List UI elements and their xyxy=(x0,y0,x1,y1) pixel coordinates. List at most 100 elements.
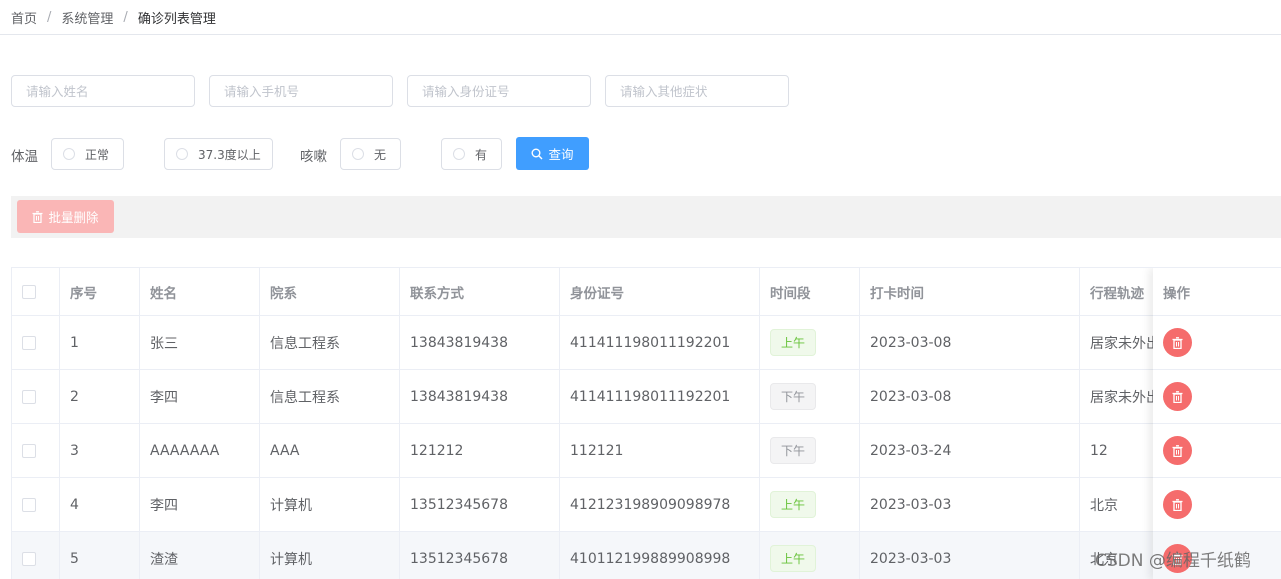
trash-icon xyxy=(1172,498,1183,511)
row-checkbox[interactable] xyxy=(22,551,36,566)
cell-name: 渣渣 xyxy=(140,532,260,579)
cell-idcard: 412123198909098978 xyxy=(560,478,760,531)
radio-label: 正常 xyxy=(85,147,110,162)
row-checkbox-cell xyxy=(12,316,60,369)
period-tag: 上午 xyxy=(770,491,817,518)
trash-icon xyxy=(1172,444,1183,457)
delete-row-button[interactable] xyxy=(1163,382,1192,411)
radio-label: 无 xyxy=(374,147,387,162)
cell-index-text: 4 xyxy=(70,496,79,513)
table-row: 2 李四 信息工程系 13843819438 411411198011192201 下午 2… xyxy=(12,370,1281,424)
trash-icon xyxy=(1172,336,1183,349)
cell-period: 上午 xyxy=(760,316,860,369)
header-period: 时间段 xyxy=(760,268,860,315)
row-checkbox[interactable] xyxy=(22,389,36,404)
breadcrumb: 首页 / 系统管理 / 确诊列表管理 xyxy=(0,0,1281,35)
cell-date: 2023-03-03 xyxy=(860,532,1080,579)
row-checkbox[interactable] xyxy=(22,443,36,458)
row-checkbox[interactable] xyxy=(22,335,36,350)
cell-trip: 北京 xyxy=(1080,478,1160,531)
phone-search-input[interactable] xyxy=(209,75,393,107)
cell-name: 张三 xyxy=(140,316,260,369)
cell-date: 2023-03-24 xyxy=(860,424,1080,477)
cough-label: 咳嗽 xyxy=(300,149,327,165)
cell-index: 2 xyxy=(60,370,140,423)
cell-dept: 计算机 xyxy=(260,532,400,579)
cell-index-text: 1 xyxy=(70,334,79,351)
symptom-search-input[interactable] xyxy=(605,75,789,107)
cell-index: 1 xyxy=(60,316,140,369)
cough-none-radio[interactable]: 无 xyxy=(340,138,401,170)
temperature-normal-radio[interactable]: 正常 xyxy=(51,138,124,170)
cell-index: 5 xyxy=(60,532,140,579)
select-all-checkbox[interactable] xyxy=(22,284,36,299)
temperature-high-radio[interactable]: 37.3度以上 xyxy=(164,138,273,170)
cell-name: 李四 xyxy=(140,478,260,531)
row-checkbox[interactable] xyxy=(22,497,36,512)
radio-label: 有 xyxy=(475,147,488,162)
cell-dept: 信息工程系 xyxy=(260,370,400,423)
cell-trip: 12 xyxy=(1080,424,1160,477)
cell-date-text: 2023-03-03 xyxy=(870,550,952,567)
cell-phone-text: 13512345678 xyxy=(410,496,508,513)
search-icon xyxy=(531,148,543,159)
batch-delete-label: 批量删除 xyxy=(48,211,99,225)
radio-circle xyxy=(352,148,364,160)
idcard-search-input[interactable] xyxy=(407,75,591,107)
cell-idcard-text: 411411198011192201 xyxy=(570,388,731,405)
cell-trip-text: 北京 xyxy=(1090,497,1118,514)
cell-idcard-text: 112121 xyxy=(570,442,624,459)
row-checkbox-cell xyxy=(12,532,60,579)
table-row: 3 AAAAAAA AAA 121212 112121 下午 2023-03-24 12 xyxy=(12,424,1281,478)
trash-icon xyxy=(1172,390,1183,403)
cell-idcard-text: 410112199889908998 xyxy=(570,550,731,567)
period-tag: 下午 xyxy=(770,437,817,464)
search-button[interactable]: 查询 xyxy=(516,137,589,170)
row-actions-cell xyxy=(1153,424,1281,477)
cell-idcard-text: 412123198909098978 xyxy=(570,496,731,513)
cell-idcard: 112121 xyxy=(560,424,760,477)
delete-row-button[interactable] xyxy=(1163,490,1192,519)
cell-idcard-text: 411411198011192201 xyxy=(570,334,731,351)
period-tag: 上午 xyxy=(770,545,817,572)
confirmed-cases-table: 序号 姓名 院系 联系方式 身份证号 时间段 打卡时间 行程轨迹 操作 1 张三信… xyxy=(11,267,1281,579)
header-index: 序号 xyxy=(60,268,140,315)
cell-phone-text: 13843819438 xyxy=(410,334,508,351)
cell-period: 下午 xyxy=(760,424,860,477)
cell-idcard: 411411198011192201 xyxy=(560,316,760,369)
batch-delete-button[interactable]: 批量删除 xyxy=(17,200,114,233)
cell-name: 李四 xyxy=(140,370,260,423)
cell-phone: 121212 xyxy=(400,424,560,477)
cough-yes-radio[interactable]: 有 xyxy=(441,138,502,170)
cell-index-text: 3 xyxy=(70,442,79,459)
cell-trip-text: 12 xyxy=(1090,442,1108,459)
cell-phone: 13843819438 xyxy=(400,316,560,369)
cell-dept-text: 信息工程系 xyxy=(270,335,340,352)
trash-icon xyxy=(32,210,43,223)
table-row: 4 李四 计算机 13512345678 412123198909098978 上午 202… xyxy=(12,478,1281,532)
cell-idcard: 410112199889908998 xyxy=(560,532,760,579)
cell-name-text: 渣渣 xyxy=(150,551,178,568)
cell-dept-text: 信息工程系 xyxy=(270,389,340,406)
cell-date-text: 2023-03-08 xyxy=(870,388,952,405)
row-checkbox-cell xyxy=(12,424,60,477)
breadcrumb-system[interactable]: 系统管理 xyxy=(61,8,113,27)
table-row: 1 张三 信息工程系 13843819438 411411198011192201 上午 2… xyxy=(12,316,1281,370)
header-date: 打卡时间 xyxy=(860,268,1080,315)
watermark: CSDN @编程千纸鹤 xyxy=(1095,551,1251,571)
cell-date: 2023-03-03 xyxy=(860,478,1080,531)
cell-phone: 13512345678 xyxy=(400,478,560,531)
cell-trip-text: 居家未外出 xyxy=(1090,389,1160,406)
radio-circle xyxy=(453,148,465,160)
header-actions: 操作 xyxy=(1163,285,1190,302)
radio-circle xyxy=(176,148,188,160)
cell-name-text: 李四 xyxy=(150,497,178,514)
name-search-input[interactable] xyxy=(11,75,195,107)
cell-dept: 计算机 xyxy=(260,478,400,531)
delete-row-button[interactable] xyxy=(1163,328,1192,357)
temperature-label: 体温 xyxy=(11,149,38,165)
header-checkbox-cell xyxy=(12,268,60,315)
delete-row-button[interactable] xyxy=(1163,436,1192,465)
breadcrumb-home[interactable]: 首页 xyxy=(11,8,37,27)
cell-dept-text: 计算机 xyxy=(270,497,312,514)
